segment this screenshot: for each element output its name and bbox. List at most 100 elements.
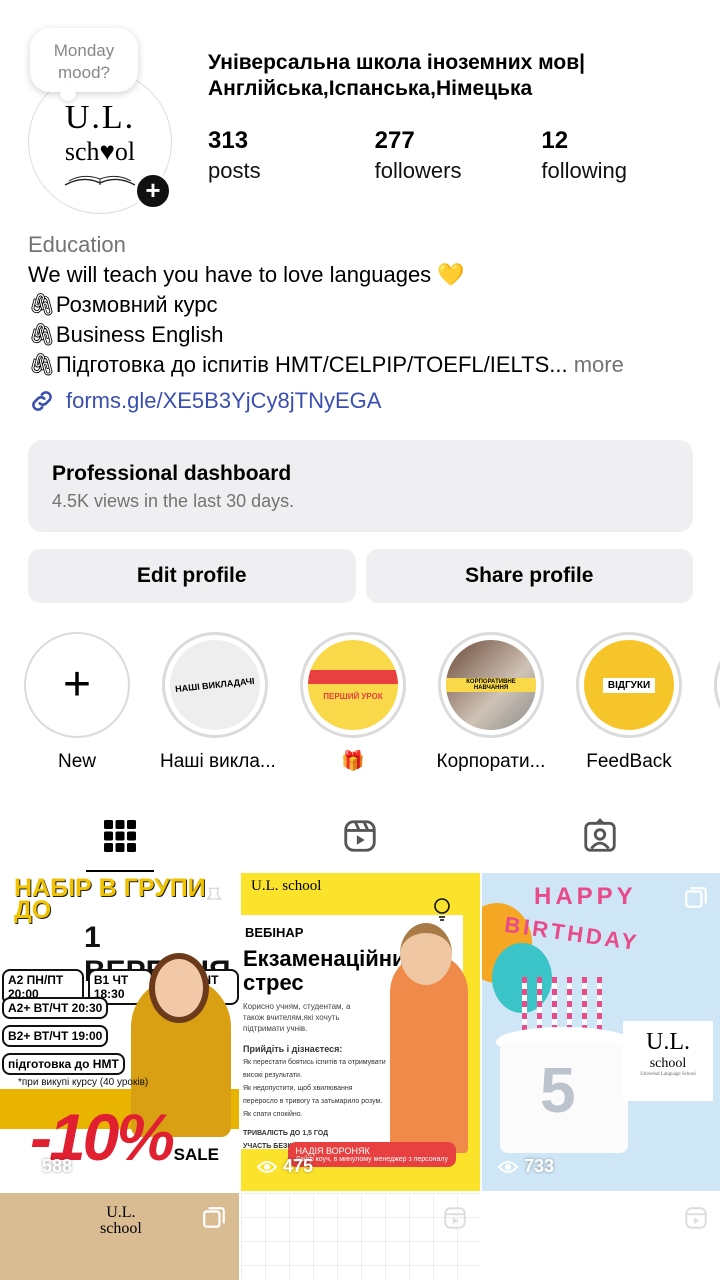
professional-dashboard[interactable]: Professional dashboard 4.5K views in the… xyxy=(28,440,693,532)
grid-icon xyxy=(104,820,136,852)
note-bubble[interactable]: Monday mood? xyxy=(30,28,138,101)
stat-followers-label: followers xyxy=(374,158,462,183)
stat-following[interactable]: 12 following xyxy=(541,126,708,186)
post-tile[interactable]: HAPPY BIRTHDAY 5 U.L. school Universal L… xyxy=(482,873,720,1191)
schedule-chip: A2+ ВТ/ЧТ 20:30 xyxy=(2,997,109,1019)
bio-line: 🖇Підготовка до іспитів НМТ/CELPIP/TOEFL/… xyxy=(28,350,708,380)
schedule-row: підготовка до НМТ xyxy=(2,1053,125,1075)
post-tile[interactable]: U.L. school xyxy=(0,1193,239,1280)
profile-action-buttons: Edit profile Share profile xyxy=(28,549,693,603)
post-photo-face xyxy=(149,953,209,1023)
stat-followers[interactable]: 277 followers xyxy=(375,126,542,186)
highlight-cover-text: КОРПОРАТИВНЕ НАВЧАННЯ xyxy=(446,678,536,692)
logo-tagline: Universal Language School xyxy=(640,1072,696,1077)
posts-grid: НАБІР В ГРУПИ ДО 1 ВЕРЕСНЯ A2 ПН/ПТ 20:0… xyxy=(0,873,720,1280)
profile-name-line1: Універсальна школа іноземних мов| xyxy=(208,51,586,74)
logo-ul-text: U.L. xyxy=(106,1204,136,1221)
cover-banner xyxy=(308,669,398,684)
post-logo: U.L. school xyxy=(100,1205,142,1237)
add-story-button[interactable]: + xyxy=(134,172,172,210)
post-tile[interactable]: НАБІР В ГРУПИ ДО 1 ВЕРЕСНЯ A2 ПН/ПТ 20:0… xyxy=(0,873,239,1191)
post-list: Прийдіть і дізнаєтеся: Як перестати боят… xyxy=(243,1043,388,1153)
speaker-name: НАДІЯ ВОРОНЯК xyxy=(295,1146,370,1156)
highlight-teachers[interactable]: НАШІ ВИКЛАДАЧІ Наші викла... xyxy=(160,632,276,774)
bio-line: We will teach you have to love languages… xyxy=(28,262,465,287)
schedule-chip: підготовка до НМТ xyxy=(2,1053,125,1075)
highlight-cover-text: ПЕРШИЙ УРОК xyxy=(323,691,383,701)
highlight-ring[interactable]: НАШІ ВИКЛАДАЧІ xyxy=(162,632,268,738)
stat-following-value: 12 xyxy=(541,127,569,154)
highlight-cover: НАШІ ВИКЛАДАЧІ xyxy=(170,640,260,730)
bio-category: Education xyxy=(28,232,126,257)
post-views: 733 xyxy=(498,1156,554,1177)
banner-text: HAPPY xyxy=(534,883,637,910)
stat-posts[interactable]: 313 posts xyxy=(208,126,375,186)
highlight-label: 🎁 xyxy=(341,751,365,772)
share-profile-button[interactable]: Share profile xyxy=(365,549,693,603)
birthday-number: 5 xyxy=(540,1054,576,1126)
post-list-item: Як спати спокійно. xyxy=(243,1111,303,1118)
post-duration: ТРИВАЛІСТЬ ДО 1,5 ГОД xyxy=(243,1130,329,1137)
logo-school-text: school xyxy=(649,1056,687,1071)
edit-profile-button[interactable]: Edit profile xyxy=(28,549,356,603)
reels-icon xyxy=(344,820,376,852)
logo-school-text: school xyxy=(100,1220,142,1237)
highlight-ring[interactable]: ВІДГУКИ xyxy=(576,632,682,738)
highlight-feedback[interactable]: ВІДГУКИ FeedBack xyxy=(574,632,684,774)
stat-posts-label: posts xyxy=(208,158,261,183)
eye-icon xyxy=(16,1160,36,1173)
tab-tagged[interactable] xyxy=(480,800,720,872)
post-tile[interactable] xyxy=(241,1193,480,1280)
story-highlights: + New НАШІ ВИКЛАДАЧІ Наші викла... ПЕРШИ… xyxy=(0,632,720,782)
reel-icon xyxy=(444,1207,466,1229)
post-tile[interactable] xyxy=(482,1193,720,1280)
views-count: 588 xyxy=(42,1156,73,1176)
profile-stats: 313 posts 277 followers 12 following xyxy=(208,126,708,186)
bio-line: 🖇Business English xyxy=(28,322,224,347)
logo-ul-text: U.L. xyxy=(646,1029,690,1055)
stat-followers-value: 277 xyxy=(374,127,415,154)
highlight-cover: КОРПОРАТИВНЕ НАВЧАННЯ xyxy=(446,640,536,730)
post-note: *при викупі курсу (40 уроків) xyxy=(18,1077,149,1088)
highlight-gift[interactable]: ПЕРШИЙ УРОК 🎁 xyxy=(298,632,408,774)
bio-link-text: forms.gle/XE5B3YjCy8jTNyEGA xyxy=(66,388,382,413)
carousel-icon xyxy=(685,887,707,908)
candles xyxy=(522,977,602,1033)
eye-icon xyxy=(257,1160,277,1173)
schedule-chip: B2+ ВТ/ЧТ 19:00 xyxy=(2,1025,109,1047)
tab-grid[interactable] xyxy=(0,800,240,872)
post-tile[interactable]: U.L. school ВЕБІНАР Екзаменаційний стрес… xyxy=(241,873,480,1191)
highlight-partial[interactable] xyxy=(712,632,720,738)
highlight-ring[interactable]: КОРПОРАТИВНЕ НАВЧАННЯ xyxy=(438,632,544,738)
bio-more-link[interactable]: more xyxy=(574,352,624,377)
highlight-new[interactable]: + New xyxy=(22,632,132,774)
speaker-role: Лайф коуч, в минулому менеджер з персона… xyxy=(295,1156,448,1163)
highlight-ring[interactable]: ПЕРШИЙ УРОК xyxy=(300,632,406,738)
stat-posts-value: 313 xyxy=(208,127,249,154)
tab-reels[interactable] xyxy=(240,800,480,872)
bio-line-text: 🖇Підготовка до іспитів НМТ/CELPIP/TOEFL/… xyxy=(28,352,568,377)
highlight-new-ring[interactable]: + xyxy=(24,632,130,738)
profile-tabs xyxy=(0,800,720,872)
schedule-row: A2+ ВТ/ЧТ 20:30 xyxy=(2,997,109,1019)
tagged-icon xyxy=(584,818,616,852)
highlight-cover: ПЕРШИЙ УРОК xyxy=(308,640,398,730)
highlight-ring[interactable] xyxy=(714,632,720,738)
post-list-item: Як недопустити, щоб хвилювання переросло… xyxy=(243,1085,383,1105)
stat-following-label: following xyxy=(541,158,627,183)
highlight-cover-text: ВІДГУКИ xyxy=(602,677,656,693)
bio-line: 🖇Розмовний курс xyxy=(28,292,218,317)
highlight-cover: ВІДГУКИ xyxy=(584,640,674,730)
logo-school-text: sch♥ol xyxy=(64,137,136,166)
highlight-label: Корпорати... xyxy=(436,751,546,772)
profile-bio: Education We will teach you have to love… xyxy=(28,230,708,416)
highlight-corporate[interactable]: КОРПОРАТИВНЕ НАВЧАННЯ Корпорати... xyxy=(436,632,546,774)
bio-external-link[interactable]: forms.gle/XE5B3YjCy8jTNyEGA xyxy=(28,386,708,416)
post-logo: U.L. school xyxy=(251,878,322,894)
views-count: 733 xyxy=(524,1156,555,1176)
sale-text: SALE xyxy=(173,1145,219,1164)
dashboard-subtitle: 4.5K views in the last 30 days. xyxy=(52,491,295,511)
post-list-head: Прийдіть і дізнаєтеся: xyxy=(243,1044,343,1054)
dashboard-title: Professional dashboard xyxy=(52,462,292,485)
eye-icon xyxy=(498,1160,518,1173)
